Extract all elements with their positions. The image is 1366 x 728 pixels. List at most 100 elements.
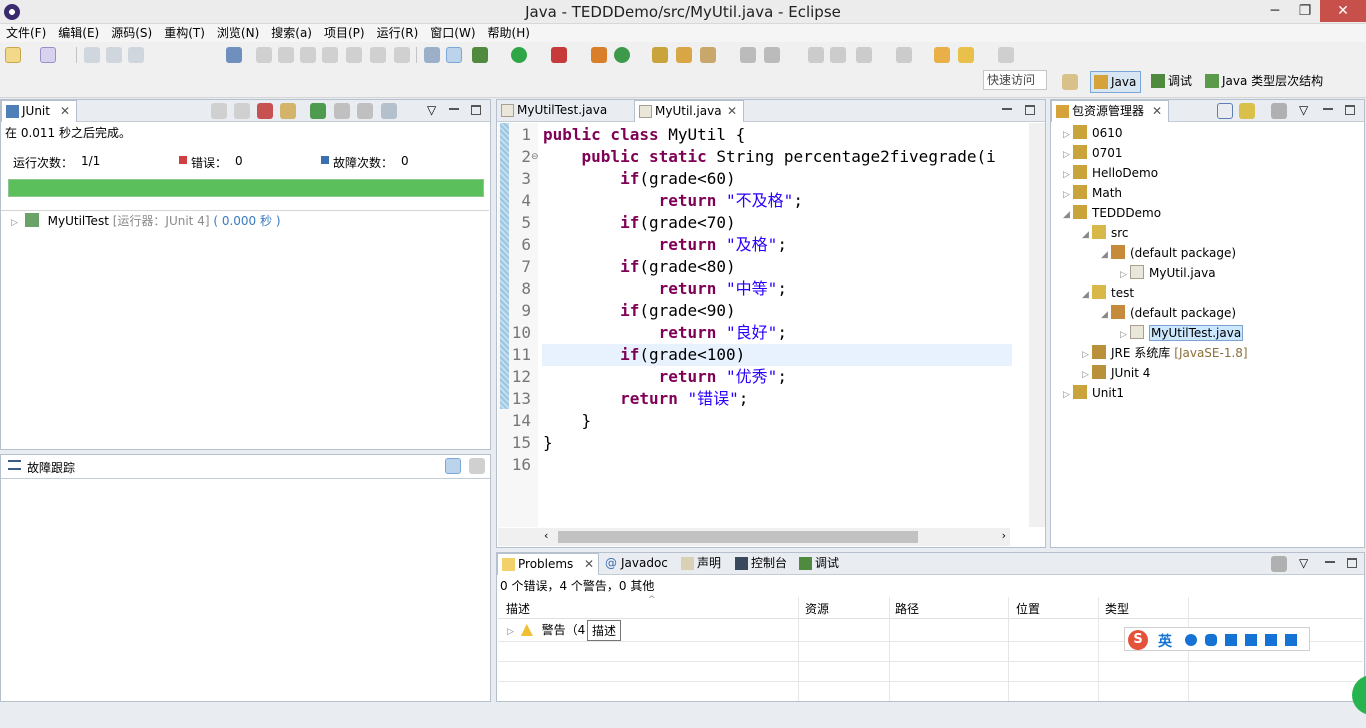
scroll-thumb[interactable] bbox=[558, 531, 918, 543]
collapse-icon[interactable]: ◢ bbox=[1101, 246, 1111, 264]
collapse-icon[interactable]: ◢ bbox=[1082, 226, 1092, 244]
expand-icon[interactable]: ▷ bbox=[1063, 166, 1073, 184]
quick-access-input[interactable]: 快速访问 bbox=[983, 70, 1047, 90]
terminate-icon[interactable] bbox=[300, 47, 316, 63]
tree-item[interactable]: ▷ 0701 bbox=[1063, 144, 1123, 162]
last-edit-icon[interactable] bbox=[934, 47, 950, 63]
tree-item[interactable]: ▷ MyUtilTest.java bbox=[1120, 324, 1244, 344]
suspend-icon[interactable] bbox=[278, 47, 294, 63]
tree-item[interactable]: ◢ test bbox=[1082, 284, 1134, 302]
view-menu-icon[interactable]: ▽ bbox=[1299, 556, 1315, 572]
test-suite-row[interactable]: ▷ MyUtilTest [运行器：JUnit 4] ( 0.000 秒 ) bbox=[11, 212, 281, 230]
debug-icon[interactable] bbox=[472, 47, 488, 63]
column-path[interactable]: 路径 bbox=[895, 600, 919, 617]
vertical-scrollbar[interactable] bbox=[1029, 123, 1045, 527]
tree-item[interactable]: ▷ 0610 bbox=[1063, 124, 1123, 142]
expand-icon[interactable]: ▷ bbox=[1120, 326, 1130, 344]
print-icon[interactable] bbox=[128, 47, 144, 63]
view-menu-icon[interactable]: ▽ bbox=[1299, 103, 1315, 119]
menu-item[interactable]: 搜索(a) bbox=[265, 24, 318, 42]
column-description[interactable]: 描述 bbox=[506, 600, 530, 617]
filter-trace-icon[interactable] bbox=[445, 458, 461, 474]
maximize-icon[interactable] bbox=[1347, 558, 1357, 568]
close-icon[interactable]: ✕ bbox=[1152, 101, 1162, 122]
close-button[interactable]: ✕ bbox=[1320, 0, 1366, 22]
column-location[interactable]: 位置 bbox=[1016, 600, 1040, 617]
collapse-icon[interactable]: ◢ bbox=[1063, 206, 1073, 224]
show-whitespace-icon[interactable] bbox=[830, 47, 846, 63]
menu-item[interactable]: 帮助(H) bbox=[482, 24, 536, 42]
tab-problems[interactable]: Problems ✕ bbox=[497, 553, 599, 575]
tree-item[interactable]: ▷ Math bbox=[1063, 184, 1122, 202]
tree-item[interactable]: ▷ Unit1 bbox=[1063, 384, 1124, 402]
skin-icon[interactable] bbox=[1265, 634, 1277, 646]
scroll-left-icon[interactable]: ‹ bbox=[544, 529, 548, 542]
close-icon[interactable]: ✕ bbox=[584, 554, 594, 575]
highlight-icon[interactable] bbox=[764, 47, 780, 63]
minimize-icon[interactable] bbox=[1002, 108, 1012, 110]
tab-console[interactable]: 控制台 bbox=[731, 553, 793, 575]
fold-icon[interactable]: ⊖ bbox=[531, 152, 539, 162]
search-icon[interactable] bbox=[700, 47, 716, 63]
minimize-icon[interactable] bbox=[449, 108, 459, 110]
scroll-lock-icon[interactable] bbox=[280, 103, 296, 119]
perspective-hierarchy[interactable]: Java 类型层次结构 bbox=[1202, 71, 1327, 93]
rerun-icon[interactable] bbox=[310, 103, 326, 119]
expand-icon[interactable]: ▷ bbox=[1082, 346, 1092, 364]
ime-language[interactable]: 英 bbox=[1158, 631, 1172, 651]
show-failures-only-icon[interactable] bbox=[257, 103, 273, 119]
tab-javadoc[interactable]: @ Javadoc bbox=[601, 553, 675, 575]
focus-icon[interactable] bbox=[1271, 556, 1287, 572]
skip-breakpoints-icon[interactable] bbox=[226, 47, 242, 63]
tab-myutil[interactable]: MyUtil.java ✕ bbox=[634, 100, 744, 122]
open-task-icon[interactable] bbox=[676, 47, 692, 63]
sogou-logo-icon[interactable]: S bbox=[1128, 630, 1148, 650]
toggle-mark-icon[interactable] bbox=[446, 47, 462, 63]
tab-junit[interactable]: JUnit ✕ bbox=[1, 100, 77, 122]
tab-myutiltest[interactable]: MyUtilTest.java bbox=[497, 100, 633, 122]
punctuation-icon[interactable] bbox=[1205, 634, 1217, 646]
block-select-icon[interactable] bbox=[808, 47, 824, 63]
collapse-all-icon[interactable] bbox=[1217, 103, 1233, 119]
menu-item[interactable]: 编辑(E) bbox=[52, 24, 105, 42]
history-icon[interactable] bbox=[381, 103, 397, 119]
moon-icon[interactable] bbox=[1185, 634, 1197, 646]
warnings-row[interactable]: ▷ 警告（4 bbox=[507, 621, 585, 639]
coverage-icon[interactable] bbox=[551, 47, 567, 63]
compare-icon[interactable] bbox=[469, 458, 485, 474]
minimize-icon[interactable] bbox=[1323, 108, 1333, 110]
tools-icon[interactable] bbox=[1285, 634, 1297, 646]
maximize-icon[interactable] bbox=[1345, 105, 1355, 115]
step-over-icon[interactable] bbox=[370, 47, 386, 63]
expand-icon[interactable]: ▷ bbox=[1063, 146, 1073, 164]
step-into-icon[interactable] bbox=[346, 47, 362, 63]
tree-item[interactable]: ◢ (default package) bbox=[1101, 244, 1236, 262]
forward-icon[interactable] bbox=[998, 47, 1014, 63]
ime-toolbar[interactable]: S 英 bbox=[1124, 627, 1310, 651]
stop-icon[interactable] bbox=[357, 103, 373, 119]
open-type-icon[interactable] bbox=[652, 47, 668, 63]
restore-button[interactable]: ❐ bbox=[1290, 0, 1320, 22]
menu-item[interactable]: 运行(R) bbox=[371, 24, 425, 42]
annotation-icon[interactable] bbox=[740, 47, 756, 63]
tree-item[interactable]: ▷ JRE 系统库 [JavaSE-1.8] bbox=[1082, 344, 1248, 362]
next-annotation-icon[interactable] bbox=[856, 47, 872, 63]
menu-item[interactable]: 窗口(W) bbox=[424, 24, 481, 42]
save-icon[interactable] bbox=[84, 47, 100, 63]
step-return-icon[interactable] bbox=[394, 47, 410, 63]
tree-item[interactable]: ▷ JUnit 4 bbox=[1082, 364, 1150, 382]
expand-icon[interactable]: ▷ bbox=[1082, 366, 1092, 384]
tree-item[interactable]: ◢ (default package) bbox=[1101, 304, 1236, 322]
column-type[interactable]: 类型 bbox=[1105, 600, 1129, 617]
open-console-icon[interactable] bbox=[424, 47, 440, 63]
new-wizard-icon[interactable] bbox=[40, 47, 56, 63]
resume-icon[interactable] bbox=[256, 47, 272, 63]
tree-item[interactable]: ◢ src bbox=[1082, 224, 1129, 242]
collapse-icon[interactable]: ◢ bbox=[1082, 286, 1092, 304]
expand-icon[interactable]: ▷ bbox=[1063, 386, 1073, 404]
menu-item[interactable]: 源码(S) bbox=[105, 24, 158, 42]
expand-icon[interactable]: ▷ bbox=[1120, 266, 1130, 284]
tree-item[interactable]: ◢ TEDDDemo bbox=[1063, 204, 1161, 222]
tree-item[interactable]: ▷ HelloDemo bbox=[1063, 164, 1158, 182]
maximize-icon[interactable] bbox=[471, 105, 481, 115]
